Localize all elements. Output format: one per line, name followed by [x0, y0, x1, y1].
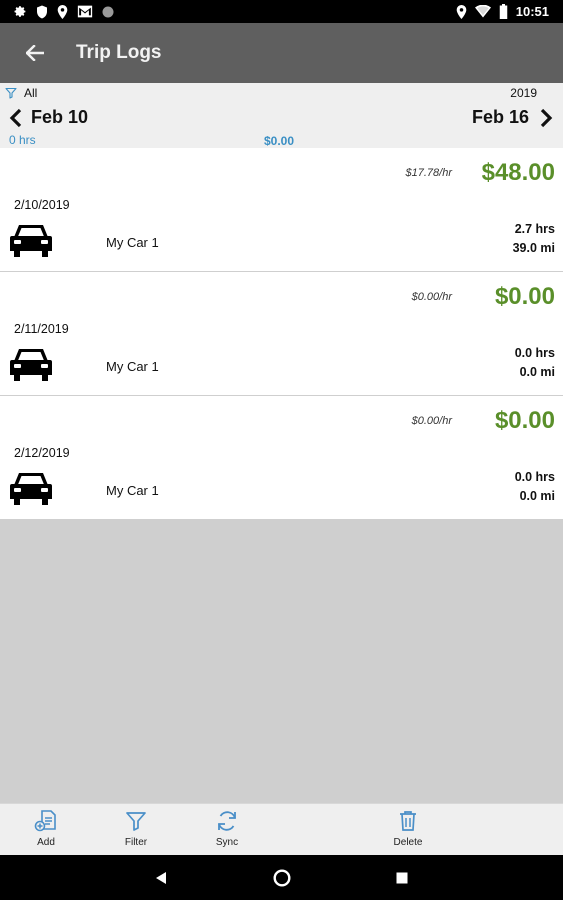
nav-back-button[interactable]	[150, 867, 172, 889]
trip-rate: $0.00/hr	[411, 415, 452, 427]
week-start-date: Feb 10	[31, 107, 89, 127]
trip-date: 2/12/2019	[14, 446, 70, 460]
shield-icon	[37, 5, 47, 18]
status-icons-left	[14, 3, 114, 20]
car-icon	[10, 473, 52, 505]
trip-date: 2/10/2019	[14, 198, 70, 212]
gear-icon	[14, 6, 26, 17]
filter-icon	[5, 87, 17, 99]
location-icon	[456, 4, 467, 19]
sync-button[interactable]: Sync	[195, 809, 259, 855]
filter-button[interactable]: Filter	[104, 809, 168, 855]
vehicle-name: My Car 1	[106, 483, 159, 498]
trip-hours: 0.0 hrs	[514, 470, 555, 484]
nav-home-button[interactable]	[271, 867, 293, 889]
chevron-right-icon	[540, 108, 553, 127]
week-header: All 2019 Feb 10 Feb 16 0 hrs $0.00	[0, 83, 563, 148]
trip-amount: $48.00	[481, 159, 555, 186]
filter-label: All	[24, 86, 38, 100]
bottom-toolbar: Add Filter Sync Delete	[0, 803, 563, 855]
add-label: Add	[37, 837, 55, 848]
vehicle-name: My Car 1	[106, 235, 159, 250]
previous-week-button[interactable]: Feb 10	[9, 107, 88, 128]
trip-miles: 0.0 mi	[519, 489, 555, 503]
filter-icon	[126, 812, 146, 831]
trip-miles: 39.0 mi	[512, 241, 555, 255]
square-recents-icon	[396, 872, 408, 884]
status-icons-right: 10:51	[456, 3, 549, 20]
back-button[interactable]	[20, 39, 50, 67]
filter-indicator[interactable]: All	[5, 86, 37, 100]
trip-amount: $0.00	[494, 283, 555, 310]
trip-card[interactable]: $0.00/hr $0.00 2/11/2019 My Car 1 0.0 hr…	[0, 272, 563, 396]
vehicle-name: My Car 1	[106, 359, 159, 374]
app-bar: Trip Logs	[0, 23, 563, 83]
year-label: 2019	[510, 86, 537, 100]
trip-amount: $0.00	[494, 407, 555, 434]
week-total-amount: $0.00	[264, 134, 295, 148]
week-total-hours: 0 hrs	[9, 133, 36, 147]
filter-label: Filter	[124, 837, 148, 848]
battery-icon	[499, 4, 507, 19]
trip-rate: $0.00/hr	[411, 291, 452, 303]
trip-card[interactable]: $0.00/hr $0.00 2/12/2019 My Car 1 0.0 hr…	[0, 396, 563, 520]
trip-hours: 2.7 hrs	[514, 222, 555, 236]
car-icon	[10, 349, 52, 381]
car-icon	[10, 225, 52, 257]
navigation-bar	[0, 855, 563, 900]
location-icon	[57, 4, 68, 19]
trip-hours: 0.0 hrs	[514, 346, 555, 360]
triangle-back-icon	[156, 872, 166, 884]
nav-recents-button[interactable]	[391, 867, 413, 889]
trip-miles: 0.0 mi	[519, 365, 555, 379]
trip-date: 2/11/2019	[14, 322, 69, 336]
circle-home-icon	[273, 869, 291, 887]
week-end-date: Feb 16	[471, 107, 529, 127]
clock: 10:51	[515, 4, 549, 19]
sync-icon	[218, 811, 236, 831]
arrow-left-icon	[26, 45, 44, 61]
chevron-left-icon	[9, 108, 22, 127]
dot-icon	[102, 6, 114, 17]
trip-list: $17.78/hr $48.00 2/10/2019 My Car 1 2.7 …	[0, 148, 563, 520]
status-bar: 10:51	[0, 0, 563, 23]
trip-card[interactable]: $17.78/hr $48.00 2/10/2019 My Car 1 2.7 …	[0, 148, 563, 272]
trash-icon	[400, 811, 416, 831]
page-title: Trip Logs	[76, 42, 162, 63]
add-document-icon	[34, 810, 56, 832]
delete-label: Delete	[393, 837, 423, 848]
wifi-icon	[474, 5, 491, 18]
trip-rate: $17.78/hr	[405, 167, 452, 179]
add-button[interactable]: Add	[14, 809, 78, 855]
next-week-button[interactable]: Feb 16	[472, 107, 553, 128]
delete-button[interactable]: Delete	[376, 809, 440, 855]
sync-label: Sync	[215, 837, 239, 848]
gmail-icon	[77, 5, 93, 18]
